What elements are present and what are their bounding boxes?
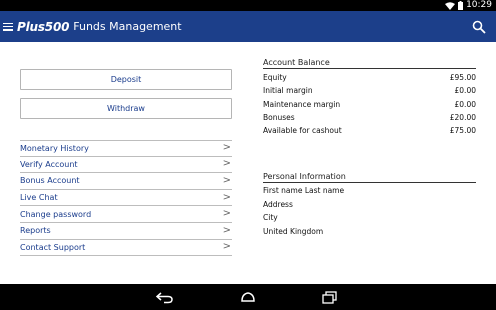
menu-item-contact-support[interactable]: Contact Support > xyxy=(20,240,232,257)
menu-item-live-chat[interactable]: Live Chat > xyxy=(20,190,232,207)
balance-value: £0.00 xyxy=(454,86,476,96)
chevron-right-icon: > xyxy=(222,224,231,236)
funds-menu-list: Monetary History > Verify Account > Bonu… xyxy=(20,140,232,257)
chevron-right-icon: > xyxy=(222,174,231,186)
chevron-right-icon: > xyxy=(222,241,231,253)
main-content: Deposit Withdraw Monetary History > Veri… xyxy=(0,42,496,284)
search-icon[interactable] xyxy=(472,20,486,34)
menu-item-label: Bonus Account xyxy=(20,176,80,186)
status-bar: 10:29 xyxy=(0,0,496,11)
balance-value: £0.00 xyxy=(454,99,476,109)
chevron-right-icon: > xyxy=(222,191,231,203)
personal-info-address: Address xyxy=(263,199,293,209)
menu-item-monetary-history[interactable]: Monetary History > xyxy=(20,140,232,157)
page-title: Funds Management xyxy=(73,20,182,33)
chevron-right-icon: > xyxy=(222,158,231,170)
recent-apps-icon[interactable] xyxy=(320,290,340,304)
personal-info-city: City xyxy=(263,213,278,223)
balance-row-maintenance-margin: Maintenance margin £0.00 xyxy=(263,98,476,111)
menu-item-bonus-account[interactable]: Bonus Account > xyxy=(20,173,232,190)
menu-item-label: Reports xyxy=(20,226,51,236)
balance-row-equity: Equity £95.00 xyxy=(263,71,476,84)
balance-value: £75.00 xyxy=(449,126,476,136)
menu-item-change-password[interactable]: Change password > xyxy=(20,206,232,223)
balance-label: Initial margin xyxy=(263,86,313,96)
status-time: 10:29 xyxy=(466,0,492,10)
personal-information-section: Personal Information First name Last nam… xyxy=(263,172,476,238)
personal-info-name: First name Last name xyxy=(263,186,345,196)
balance-label: Bonuses xyxy=(263,113,295,123)
back-icon[interactable] xyxy=(155,290,175,304)
battery-icon xyxy=(458,1,464,10)
menu-item-label: Monetary History xyxy=(20,143,89,153)
balance-row-initial-margin: Initial margin £0.00 xyxy=(263,84,476,97)
account-balance-title: Account Balance xyxy=(263,58,476,69)
account-balance-section: Account Balance Equity £95.00 Initial ma… xyxy=(263,58,476,137)
menu-item-label: Change password xyxy=(20,209,92,219)
withdraw-button[interactable]: Withdraw xyxy=(20,98,232,119)
navigation-bar xyxy=(0,284,496,310)
chevron-right-icon: > xyxy=(222,208,231,220)
plus500-logo: Plus500 xyxy=(17,19,70,34)
menu-item-label: Contact Support xyxy=(20,242,86,252)
personal-info-country: United Kingdom xyxy=(263,227,324,237)
menu-item-verify-account[interactable]: Verify Account > xyxy=(20,157,232,174)
balance-value: £95.00 xyxy=(449,73,476,83)
deposit-button[interactable]: Deposit xyxy=(20,69,232,90)
app-bar: Plus500 Funds Management xyxy=(0,11,496,42)
balance-label: Available for cashout xyxy=(263,126,342,136)
menu-item-label: Verify Account xyxy=(20,159,78,169)
personal-information-title: Personal Information xyxy=(263,172,476,183)
home-icon[interactable] xyxy=(238,290,258,304)
balance-value: £20.00 xyxy=(449,113,476,123)
wifi-icon xyxy=(445,1,456,10)
chevron-right-icon: > xyxy=(222,142,231,154)
balance-row-available-for-cashout: Available for cashout £75.00 xyxy=(263,124,476,137)
menu-item-label: Live Chat xyxy=(20,193,58,203)
balance-label: Maintenance margin xyxy=(263,99,341,109)
balance-label: Equity xyxy=(263,73,287,83)
balance-row-bonuses: Bonuses £20.00 xyxy=(263,111,476,124)
menu-item-reports[interactable]: Reports > xyxy=(20,223,232,240)
menu-icon[interactable] xyxy=(3,22,13,31)
